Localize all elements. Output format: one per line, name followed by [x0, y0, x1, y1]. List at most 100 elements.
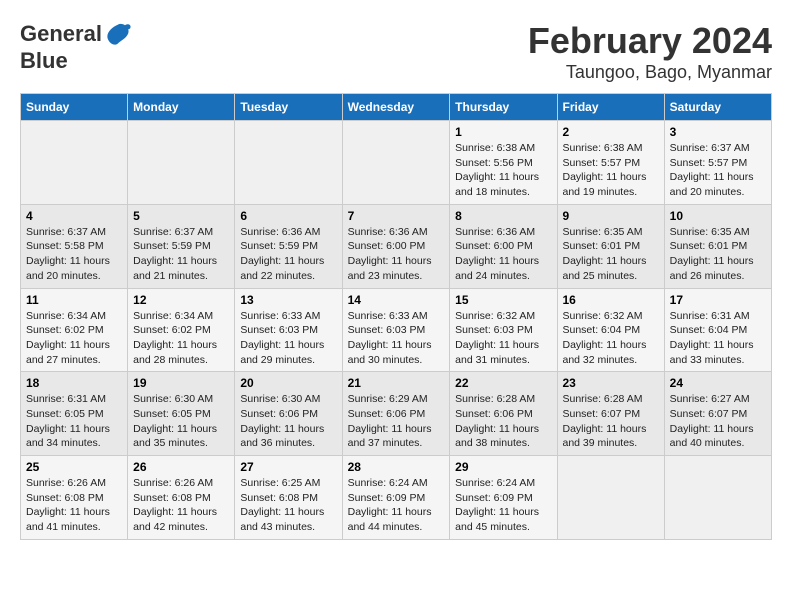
day-info: Sunrise: 6:33 AMSunset: 6:03 PMDaylight:…: [348, 310, 432, 366]
calendar-week-row: 25 Sunrise: 6:26 AMSunset: 6:08 PMDayligh…: [21, 456, 772, 540]
calendar-cell: 13 Sunrise: 6:33 AMSunset: 6:03 PMDayligh…: [235, 288, 342, 372]
header-day-sunday: Sunday: [21, 94, 128, 121]
day-info: Sunrise: 6:37 AMSunset: 5:57 PMDaylight:…: [670, 142, 754, 198]
calendar-cell: 9 Sunrise: 6:35 AMSunset: 6:01 PMDaylight…: [557, 204, 664, 288]
calendar-cell: [128, 121, 235, 205]
calendar-cell: 20 Sunrise: 6:30 AMSunset: 6:06 PMDayligh…: [235, 372, 342, 456]
header: General Blue February 2024 Taungoo, Bago…: [20, 20, 772, 83]
calendar-cell: 23 Sunrise: 6:28 AMSunset: 6:07 PMDayligh…: [557, 372, 664, 456]
day-info: Sunrise: 6:35 AMSunset: 6:01 PMDaylight:…: [670, 226, 754, 282]
header-day-friday: Friday: [557, 94, 664, 121]
day-number: 26: [133, 460, 229, 474]
day-number: 15: [455, 293, 551, 307]
day-number: 2: [563, 125, 659, 139]
calendar-cell: 17 Sunrise: 6:31 AMSunset: 6:04 PMDayligh…: [664, 288, 771, 372]
calendar-header-row: SundayMondayTuesdayWednesdayThursdayFrid…: [21, 94, 772, 121]
day-info: Sunrise: 6:30 AMSunset: 6:05 PMDaylight:…: [133, 393, 217, 449]
day-number: 11: [26, 293, 122, 307]
day-info: Sunrise: 6:24 AMSunset: 6:09 PMDaylight:…: [348, 477, 432, 533]
day-number: 23: [563, 376, 659, 390]
day-info: Sunrise: 6:37 AMSunset: 5:58 PMDaylight:…: [26, 226, 110, 282]
day-info: Sunrise: 6:31 AMSunset: 6:05 PMDaylight:…: [26, 393, 110, 449]
day-number: 12: [133, 293, 229, 307]
day-number: 21: [348, 376, 445, 390]
day-info: Sunrise: 6:36 AMSunset: 6:00 PMDaylight:…: [348, 226, 432, 282]
day-number: 17: [670, 293, 766, 307]
day-info: Sunrise: 6:31 AMSunset: 6:04 PMDaylight:…: [670, 310, 754, 366]
calendar-cell: 10Sunrise: 6:35 AMSunset: 6:01 PMDayligh…: [664, 204, 771, 288]
day-info: Sunrise: 6:29 AMSunset: 6:06 PMDaylight:…: [348, 393, 432, 449]
day-info: Sunrise: 6:33 AMSunset: 6:03 PMDaylight:…: [240, 310, 324, 366]
day-number: 13: [240, 293, 336, 307]
day-number: 25: [26, 460, 122, 474]
day-number: 27: [240, 460, 336, 474]
logo-text-general: General: [20, 21, 102, 47]
day-number: 19: [133, 376, 229, 390]
calendar-cell: 16Sunrise: 6:32 AMSunset: 6:04 PMDayligh…: [557, 288, 664, 372]
calendar-cell: 28 Sunrise: 6:24 AMSunset: 6:09 PMDayligh…: [342, 456, 450, 540]
logo: General Blue: [20, 20, 132, 74]
day-info: Sunrise: 6:38 AMSunset: 5:56 PMDaylight:…: [455, 142, 539, 198]
day-info: Sunrise: 6:38 AMSunset: 5:57 PMDaylight:…: [563, 142, 647, 198]
calendar-cell: 7 Sunrise: 6:36 AMSunset: 6:00 PMDaylight…: [342, 204, 450, 288]
header-day-monday: Monday: [128, 94, 235, 121]
header-day-tuesday: Tuesday: [235, 94, 342, 121]
day-number: 18: [26, 376, 122, 390]
day-info: Sunrise: 6:28 AMSunset: 6:07 PMDaylight:…: [563, 393, 647, 449]
day-info: Sunrise: 6:28 AMSunset: 6:06 PMDaylight:…: [455, 393, 539, 449]
day-info: Sunrise: 6:35 AMSunset: 6:01 PMDaylight:…: [563, 226, 647, 282]
calendar-cell: 22 Sunrise: 6:28 AMSunset: 6:06 PMDayligh…: [450, 372, 557, 456]
day-number: 22: [455, 376, 551, 390]
calendar-cell: 26 Sunrise: 6:26 AMSunset: 6:08 PMDayligh…: [128, 456, 235, 540]
calendar-cell: [235, 121, 342, 205]
calendar-cell: 14 Sunrise: 6:33 AMSunset: 6:03 PMDayligh…: [342, 288, 450, 372]
calendar-cell: 8Sunrise: 6:36 AMSunset: 6:00 PMDaylight…: [450, 204, 557, 288]
calendar-week-row: 11Sunrise: 6:34 AMSunset: 6:02 PMDayligh…: [21, 288, 772, 372]
day-number: 14: [348, 293, 445, 307]
day-number: 9: [563, 209, 659, 223]
day-info: Sunrise: 6:32 AMSunset: 6:04 PMDaylight:…: [563, 310, 647, 366]
logo-text-blue: Blue: [20, 48, 68, 74]
day-info: Sunrise: 6:25 AMSunset: 6:08 PMDaylight:…: [240, 477, 324, 533]
calendar-cell: 18 Sunrise: 6:31 AMSunset: 6:05 PMDayligh…: [21, 372, 128, 456]
header-day-wednesday: Wednesday: [342, 94, 450, 121]
calendar-week-row: 4Sunrise: 6:37 AMSunset: 5:58 PMDaylight…: [21, 204, 772, 288]
day-number: 5: [133, 209, 229, 223]
day-info: Sunrise: 6:27 AMSunset: 6:07 PMDaylight:…: [670, 393, 754, 449]
day-info: Sunrise: 6:30 AMSunset: 6:06 PMDaylight:…: [240, 393, 324, 449]
day-info: Sunrise: 6:24 AMSunset: 6:09 PMDaylight:…: [455, 477, 539, 533]
day-info: Sunrise: 6:37 AMSunset: 5:59 PMDaylight:…: [133, 226, 217, 282]
day-number: 3: [670, 125, 766, 139]
day-number: 20: [240, 376, 336, 390]
day-number: 28: [348, 460, 445, 474]
day-number: 7: [348, 209, 445, 223]
calendar-table: SundayMondayTuesdayWednesdayThursdayFrid…: [20, 93, 772, 540]
calendar-cell: 2 Sunrise: 6:38 AMSunset: 5:57 PMDaylight…: [557, 121, 664, 205]
day-number: 29: [455, 460, 551, 474]
header-day-saturday: Saturday: [664, 94, 771, 121]
calendar-cell: 5 Sunrise: 6:37 AMSunset: 5:59 PMDaylight…: [128, 204, 235, 288]
calendar-cell: 12Sunrise: 6:34 AMSunset: 6:02 PMDayligh…: [128, 288, 235, 372]
calendar-cell: 21 Sunrise: 6:29 AMSunset: 6:06 PMDayligh…: [342, 372, 450, 456]
calendar-week-row: 1Sunrise: 6:38 AMSunset: 5:56 PMDaylight…: [21, 121, 772, 205]
calendar-cell: [557, 456, 664, 540]
main-title: February 2024: [528, 20, 772, 62]
calendar-cell: 25 Sunrise: 6:26 AMSunset: 6:08 PMDayligh…: [21, 456, 128, 540]
day-info: Sunrise: 6:26 AMSunset: 6:08 PMDaylight:…: [133, 477, 217, 533]
day-number: 24: [670, 376, 766, 390]
day-info: Sunrise: 6:26 AMSunset: 6:08 PMDaylight:…: [26, 477, 110, 533]
calendar-cell: 6 Sunrise: 6:36 AMSunset: 5:59 PMDaylight…: [235, 204, 342, 288]
calendar-cell: 24 Sunrise: 6:27 AMSunset: 6:07 PMDayligh…: [664, 372, 771, 456]
day-info: Sunrise: 6:36 AMSunset: 6:00 PMDaylight:…: [455, 226, 539, 282]
calendar-cell: 19 Sunrise: 6:30 AMSunset: 6:05 PMDayligh…: [128, 372, 235, 456]
calendar-cell: [21, 121, 128, 205]
logo-bird-icon: [104, 20, 132, 48]
calendar-cell: 27 Sunrise: 6:25 AMSunset: 6:08 PMDayligh…: [235, 456, 342, 540]
day-number: 6: [240, 209, 336, 223]
header-day-thursday: Thursday: [450, 94, 557, 121]
calendar-cell: 3 Sunrise: 6:37 AMSunset: 5:57 PMDaylight…: [664, 121, 771, 205]
day-info: Sunrise: 6:36 AMSunset: 5:59 PMDaylight:…: [240, 226, 324, 282]
day-info: Sunrise: 6:32 AMSunset: 6:03 PMDaylight:…: [455, 310, 539, 366]
calendar-week-row: 18 Sunrise: 6:31 AMSunset: 6:05 PMDayligh…: [21, 372, 772, 456]
calendar-cell: 1Sunrise: 6:38 AMSunset: 5:56 PMDaylight…: [450, 121, 557, 205]
